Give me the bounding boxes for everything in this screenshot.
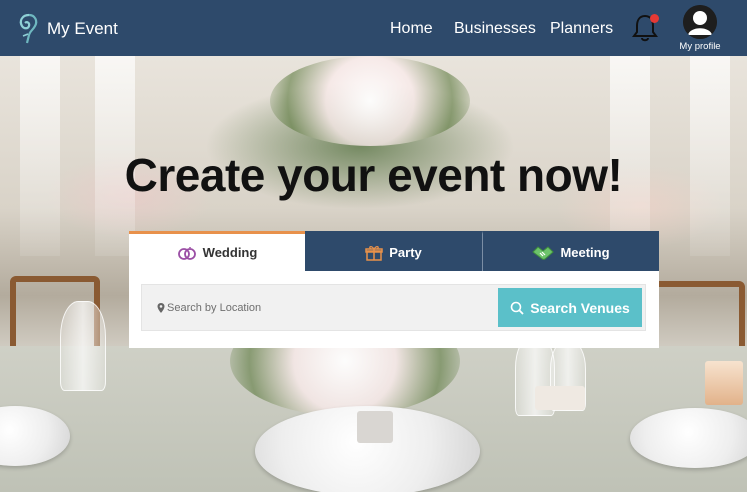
tab-wedding[interactable]: Wedding [129, 231, 305, 271]
location-search-input[interactable] [167, 295, 487, 321]
search-bar: Search Venues [141, 284, 646, 331]
brand[interactable]: My Event [16, 12, 118, 46]
place-card [357, 411, 393, 443]
search-venues-label: Search Venues [530, 299, 630, 316]
brand-logo-icon [19, 13, 38, 44]
event-type-tabs: Wedding Party Meeting [129, 231, 659, 271]
profile-menu[interactable]: My profile [677, 5, 723, 52]
location-pin-icon [157, 303, 165, 313]
search-panel: Search Venues [129, 271, 659, 348]
handshake-icon [532, 245, 555, 260]
tab-party-label: Party [389, 245, 422, 260]
nav-planners-link[interactable]: Planners [550, 20, 613, 38]
hero-headline: Create your event now! [124, 149, 623, 201]
tab-party[interactable]: Party [305, 231, 482, 271]
wine-glass [60, 301, 106, 391]
tab-wedding-label: Wedding [202, 245, 258, 260]
notification-badge [650, 14, 659, 23]
gift-icon [365, 245, 383, 261]
event-search-card: Wedding Party Meeting Search by Location… [129, 231, 659, 348]
nav-home-link[interactable]: Home [390, 20, 433, 38]
search-icon [510, 301, 524, 315]
user-icon [683, 5, 717, 39]
navbar: My Event Home Businesses Planners My pro… [0, 0, 747, 56]
candle [705, 361, 743, 405]
brand-name: My Event [47, 19, 118, 38]
rings-icon [177, 246, 196, 260]
candle [535, 386, 585, 410]
flower-centerpiece [270, 56, 470, 146]
avatar [683, 5, 717, 39]
tab-meeting[interactable]: Meeting [482, 231, 659, 271]
search-venues-button[interactable]: Search Venues [498, 288, 642, 327]
profile-label: My profile [679, 41, 721, 52]
nav-businesses-link[interactable]: Businesses [454, 20, 536, 38]
tab-meeting-label: Meeting [560, 245, 610, 260]
